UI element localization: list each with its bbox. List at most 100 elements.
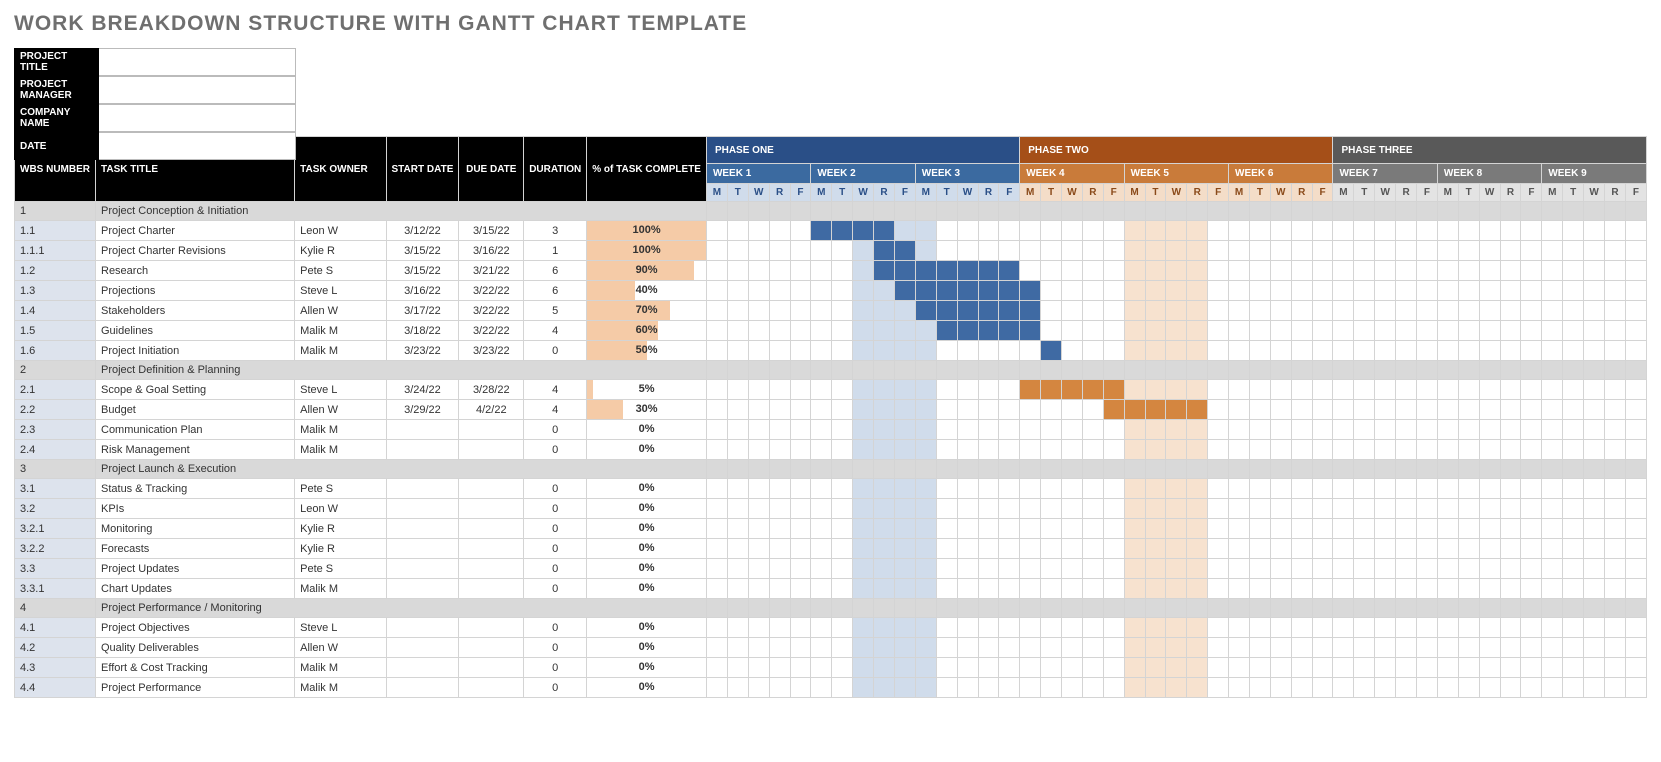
gantt-cell[interactable] xyxy=(1249,281,1270,301)
gantt-cell[interactable] xyxy=(706,202,727,221)
gantt-cell[interactable] xyxy=(1333,202,1354,221)
gantt-cell[interactable] xyxy=(748,559,769,579)
gantt-cell[interactable] xyxy=(1291,678,1312,698)
gantt-cell[interactable] xyxy=(1605,460,1626,479)
gantt-cell[interactable] xyxy=(1249,618,1270,638)
gantt-cell[interactable] xyxy=(874,361,895,380)
gantt-cell[interactable] xyxy=(957,400,978,420)
gantt-cell[interactable] xyxy=(936,599,957,618)
gantt-cell[interactable] xyxy=(874,579,895,599)
gantt-cell[interactable] xyxy=(1103,519,1124,539)
gantt-cell[interactable] xyxy=(999,440,1020,460)
start-date-cell[interactable] xyxy=(386,479,459,499)
gantt-cell[interactable] xyxy=(1145,380,1166,400)
section-title-cell[interactable]: Project Performance / Monitoring xyxy=(96,599,707,618)
gantt-cell[interactable] xyxy=(1020,261,1041,281)
gantt-cell[interactable] xyxy=(999,241,1020,261)
gantt-cell[interactable] xyxy=(1270,261,1291,281)
gantt-cell[interactable] xyxy=(853,638,874,658)
gantt-cell[interactable] xyxy=(1605,559,1626,579)
gantt-cell[interactable] xyxy=(915,499,936,519)
gantt-cell[interactable] xyxy=(978,281,999,301)
gantt-cell[interactable] xyxy=(1061,221,1082,241)
gantt-cell[interactable] xyxy=(1208,519,1229,539)
gantt-cell[interactable] xyxy=(894,618,915,638)
gantt-cell[interactable] xyxy=(1061,559,1082,579)
gantt-cell[interactable] xyxy=(1082,499,1103,519)
gantt-cell[interactable] xyxy=(1103,301,1124,321)
gantt-cell[interactable] xyxy=(1458,400,1479,420)
gantt-cell[interactable] xyxy=(1208,539,1229,559)
gantt-cell[interactable] xyxy=(1333,420,1354,440)
gantt-cell[interactable] xyxy=(1061,519,1082,539)
gantt-cell[interactable] xyxy=(853,420,874,440)
gantt-cell[interactable] xyxy=(936,499,957,519)
gantt-cell[interactable] xyxy=(1458,241,1479,261)
pct-complete-cell[interactable]: 100% xyxy=(587,241,707,261)
gantt-cell[interactable] xyxy=(790,380,811,400)
gantt-cell[interactable] xyxy=(1417,618,1438,638)
gantt-cell[interactable] xyxy=(1625,361,1646,380)
duration-cell[interactable]: 0 xyxy=(524,559,587,579)
gantt-cell[interactable] xyxy=(1312,658,1333,678)
gantt-cell[interactable] xyxy=(832,241,853,261)
gantt-cell[interactable] xyxy=(1605,301,1626,321)
gantt-cell[interactable] xyxy=(957,499,978,519)
gantt-cell[interactable] xyxy=(1333,400,1354,420)
gantt-cell[interactable] xyxy=(1584,341,1605,361)
gantt-cell[interactable] xyxy=(811,460,832,479)
gantt-cell[interactable] xyxy=(1061,361,1082,380)
gantt-cell[interactable] xyxy=(957,579,978,599)
gantt-cell[interactable] xyxy=(1500,281,1521,301)
gantt-cell[interactable] xyxy=(1500,579,1521,599)
gantt-cell[interactable] xyxy=(1082,440,1103,460)
gantt-cell[interactable] xyxy=(894,499,915,519)
gantt-cell[interactable] xyxy=(1166,440,1187,460)
gantt-cell[interactable] xyxy=(874,559,895,579)
gantt-cell[interactable] xyxy=(1103,281,1124,301)
gantt-cell[interactable] xyxy=(936,420,957,440)
gantt-cell[interactable] xyxy=(915,678,936,698)
gantt-cell[interactable] xyxy=(1396,440,1417,460)
wbs-cell[interactable]: 2.1 xyxy=(15,380,96,400)
gantt-cell[interactable] xyxy=(832,440,853,460)
gantt-cell[interactable] xyxy=(1229,361,1250,380)
gantt-cell[interactable] xyxy=(1479,341,1500,361)
task-title-cell[interactable]: Project Updates xyxy=(96,559,295,579)
gantt-cell[interactable] xyxy=(1061,579,1082,599)
gantt-cell[interactable] xyxy=(706,261,727,281)
gantt-cell[interactable] xyxy=(1500,499,1521,519)
gantt-cell[interactable] xyxy=(1437,420,1458,440)
gantt-cell[interactable] xyxy=(1208,499,1229,519)
gantt-cell[interactable] xyxy=(1229,261,1250,281)
gantt-cell[interactable] xyxy=(1542,460,1563,479)
gantt-cell[interactable] xyxy=(1396,202,1417,221)
gantt-cell[interactable] xyxy=(748,599,769,618)
gantt-cell[interactable] xyxy=(1020,579,1041,599)
gantt-cell[interactable] xyxy=(874,420,895,440)
section-title-cell[interactable]: Project Launch & Execution xyxy=(96,460,707,479)
gantt-cell[interactable] xyxy=(1270,420,1291,440)
due-date-cell[interactable] xyxy=(459,579,524,599)
gantt-cell[interactable] xyxy=(1041,579,1062,599)
gantt-cell[interactable] xyxy=(1417,221,1438,241)
gantt-cell[interactable] xyxy=(1584,618,1605,638)
gantt-cell[interactable] xyxy=(1542,281,1563,301)
gantt-cell[interactable] xyxy=(1124,440,1145,460)
gantt-cell[interactable] xyxy=(1417,420,1438,440)
gantt-cell[interactable] xyxy=(811,420,832,440)
gantt-cell[interactable] xyxy=(915,638,936,658)
gantt-cell[interactable] xyxy=(1187,440,1208,460)
gantt-cell[interactable] xyxy=(1020,202,1041,221)
gantt-cell[interactable] xyxy=(1229,658,1250,678)
gantt-cell[interactable] xyxy=(1542,380,1563,400)
gantt-cell[interactable] xyxy=(999,361,1020,380)
gantt-cell[interactable] xyxy=(999,638,1020,658)
gantt-cell[interactable] xyxy=(769,281,790,301)
gantt-cell[interactable] xyxy=(1584,658,1605,678)
gantt-cell[interactable] xyxy=(1270,599,1291,618)
gantt-cell[interactable] xyxy=(999,460,1020,479)
gantt-cell[interactable] xyxy=(1417,301,1438,321)
gantt-cell[interactable] xyxy=(1625,400,1646,420)
gantt-cell[interactable] xyxy=(1208,479,1229,499)
